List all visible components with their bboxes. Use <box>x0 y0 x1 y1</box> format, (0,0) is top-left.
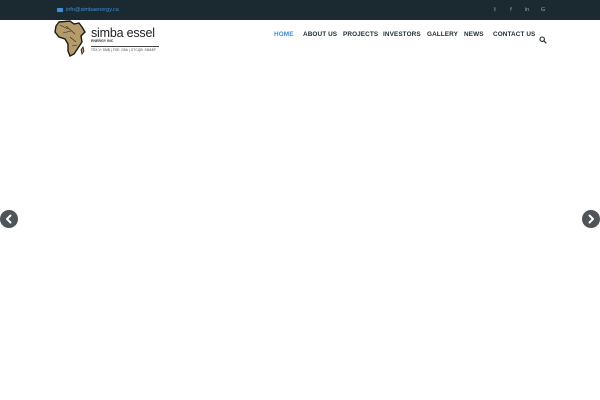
email-text: info@simbaenergy.ca <box>66 7 119 13</box>
slider-next-button[interactable] <box>582 210 600 228</box>
email-link[interactable]: info@simbaenergy.ca <box>57 5 119 15</box>
nav-about-us[interactable]: ABOUT US <box>303 30 337 40</box>
chevron-right-icon <box>588 214 594 224</box>
site-header: simba essel ENERGY INC TSX-V: SMB | FSE:… <box>0 20 600 58</box>
nav-news[interactable]: NEWS <box>464 30 484 40</box>
twitter-icon[interactable]: 𝕥 <box>489 5 501 15</box>
main-nav: HOME ABOUT US PROJECTS INVESTORS GALLERY… <box>0 30 600 44</box>
nav-contact-us[interactable]: CONTACT US <box>493 30 535 40</box>
nav-gallery[interactable]: GALLERY <box>427 30 458 40</box>
facebook-icon[interactable]: f <box>505 5 517 15</box>
hero-slider <box>0 58 600 400</box>
google-icon[interactable]: G <box>537 5 549 15</box>
logo-divider <box>91 46 159 47</box>
slider-prev-button[interactable] <box>0 210 18 228</box>
envelope-icon <box>57 8 63 12</box>
logo-tickers: TSX-V: SMB | FSE: G5A | OTCQB: SMAEF <box>91 48 157 52</box>
nav-projects[interactable]: PROJECTS <box>343 30 378 40</box>
top-bar: info@simbaenergy.ca 𝕥 f in G <box>0 0 600 20</box>
search-icon[interactable] <box>539 31 547 44</box>
nav-home[interactable]: HOME <box>274 30 294 40</box>
nav-investors[interactable]: INVESTORS <box>383 30 421 40</box>
chevron-left-icon <box>6 214 12 224</box>
linkedin-icon[interactable]: in <box>521 5 533 15</box>
